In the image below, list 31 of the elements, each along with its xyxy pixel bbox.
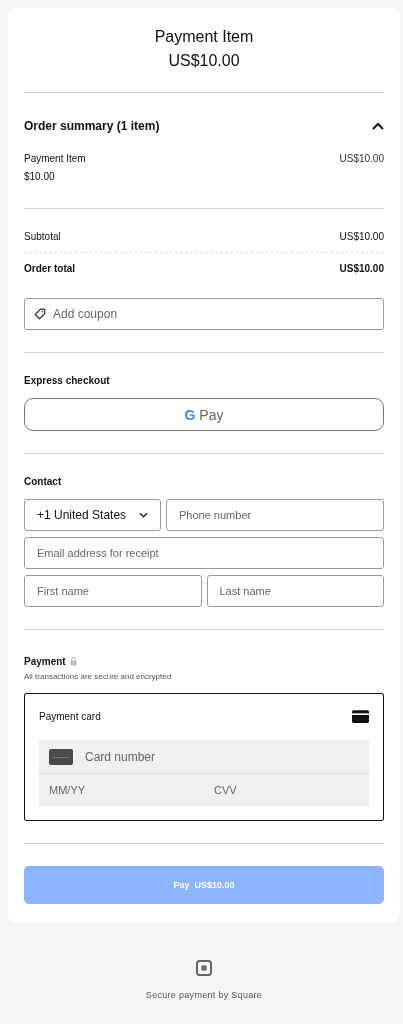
express-checkout-title: Express checkout <box>24 375 111 386</box>
contact-title: Contact <box>24 476 63 487</box>
cvv-field[interactable]: CVV <box>204 774 369 806</box>
first-name-field[interactable]: First name <box>24 575 202 607</box>
expiry-field[interactable]: MM/YY <box>39 774 204 806</box>
chevron-down-icon <box>139 512 148 518</box>
chevron-icon[interactable] <box>372 122 384 130</box>
card-icon <box>352 710 369 723</box>
coupon-field[interactable]: Add coupon <box>24 298 384 330</box>
email-field[interactable]: Email address for receipt <box>24 537 384 569</box>
total-value: US$10.00 <box>339 263 384 274</box>
item-name: Payment Item <box>24 153 86 164</box>
footer-text: Secure payment by Square <box>145 990 263 1000</box>
subtotal-value: US$10.00 <box>339 231 384 242</box>
total-label: Order total <box>24 263 76 274</box>
subtotal-label: Subtotal <box>24 231 61 242</box>
phone-field[interactable]: Phone number <box>166 499 384 531</box>
order-summary-title: Order summary (1 item) <box>24 119 160 133</box>
secure-note: All transactions are secure and encrypted <box>24 672 173 681</box>
payment-title: Payment <box>24 656 66 667</box>
item-unit-price: $10.00 <box>24 171 56 182</box>
lock-icon <box>69 657 77 666</box>
google-pay-button[interactable]: G Pay <box>24 398 384 431</box>
product-price: US$10.00 <box>168 52 240 70</box>
last-name-field[interactable]: Last name <box>206 575 384 607</box>
card-number-field[interactable]: Card number <box>39 740 369 773</box>
country-select[interactable]: +1 United States <box>24 499 161 531</box>
square-logo-icon <box>196 960 212 976</box>
product-title: Payment Item <box>154 28 254 46</box>
payment-method-label: Payment card <box>39 711 101 722</box>
item-amount: US$10.00 <box>339 153 384 166</box>
